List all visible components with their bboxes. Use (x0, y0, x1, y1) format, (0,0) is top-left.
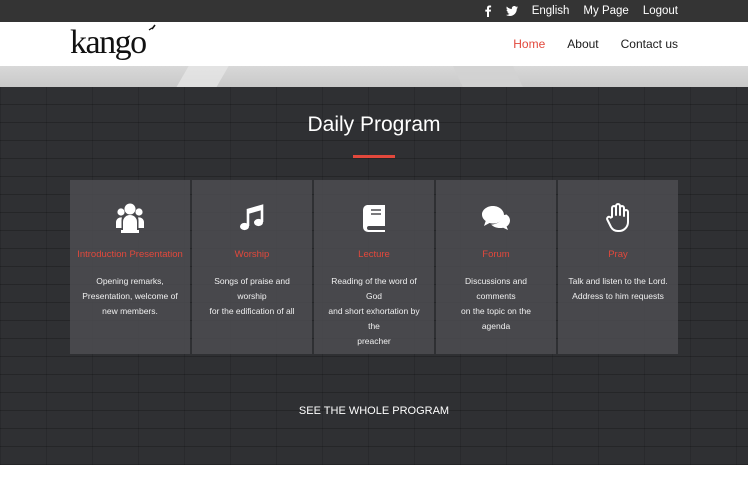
users-icon (70, 201, 190, 235)
twitter-icon[interactable] (505, 6, 518, 16)
kango-logo[interactable]: kango (70, 24, 162, 64)
card-description: Songs of praise and worship for the edif… (209, 276, 295, 316)
card-pray: Pray Talk and listen to the Lord. Addres… (558, 180, 678, 354)
see-whole-program-link[interactable]: SEE THE WHOLE PROGRAM (0, 405, 748, 417)
card-description: Discussions and comments on the topic on… (461, 276, 531, 331)
section-title: Daily Program (307, 113, 441, 136)
card-description: Opening remarks, Presentation, welcome o… (82, 276, 178, 316)
comments-icon (436, 201, 556, 235)
nav-home[interactable]: Home (513, 37, 545, 51)
top-bar: English My Page Logout (0, 0, 748, 22)
site-header: kango Home About Contact us (0, 22, 748, 66)
card-introduction: Introduction Presentation Opening remark… (70, 180, 190, 354)
top-links: English My Page Logout (484, 0, 678, 22)
main-nav: Home About Contact us (513, 22, 678, 66)
daily-program-section: Daily Program Introduction Presentation … (0, 87, 748, 465)
nav-contact[interactable]: Contact us (621, 37, 678, 51)
program-cards: Introduction Presentation Opening remark… (70, 180, 678, 354)
page-footer (0, 465, 748, 485)
card-description: Reading of the word of God and short exh… (328, 276, 420, 346)
facebook-icon[interactable] (484, 5, 492, 17)
logout-link[interactable]: Logout (643, 5, 678, 17)
hero-strip (0, 66, 748, 87)
card-title: Lecture (358, 249, 390, 260)
hand-icon (558, 201, 678, 235)
title-underline (353, 155, 395, 158)
logo-text: kango (70, 24, 146, 61)
card-title: Pray (608, 249, 628, 260)
card-description: Talk and listen to the Lord. Address to … (568, 276, 668, 301)
card-forum: Forum Discussions and comments on the to… (436, 180, 556, 354)
card-title: Forum (482, 249, 510, 260)
card-lecture: Lecture Reading of the word of God and s… (314, 180, 434, 354)
my-page-link[interactable]: My Page (583, 5, 628, 17)
card-title: Worship (234, 249, 270, 260)
book-icon (314, 201, 434, 235)
card-title: Introduction Presentation (77, 249, 183, 260)
nav-about[interactable]: About (567, 37, 598, 51)
language-link[interactable]: English (532, 5, 570, 17)
card-worship: Worship Songs of praise and worship for … (192, 180, 312, 354)
music-icon (192, 201, 312, 235)
